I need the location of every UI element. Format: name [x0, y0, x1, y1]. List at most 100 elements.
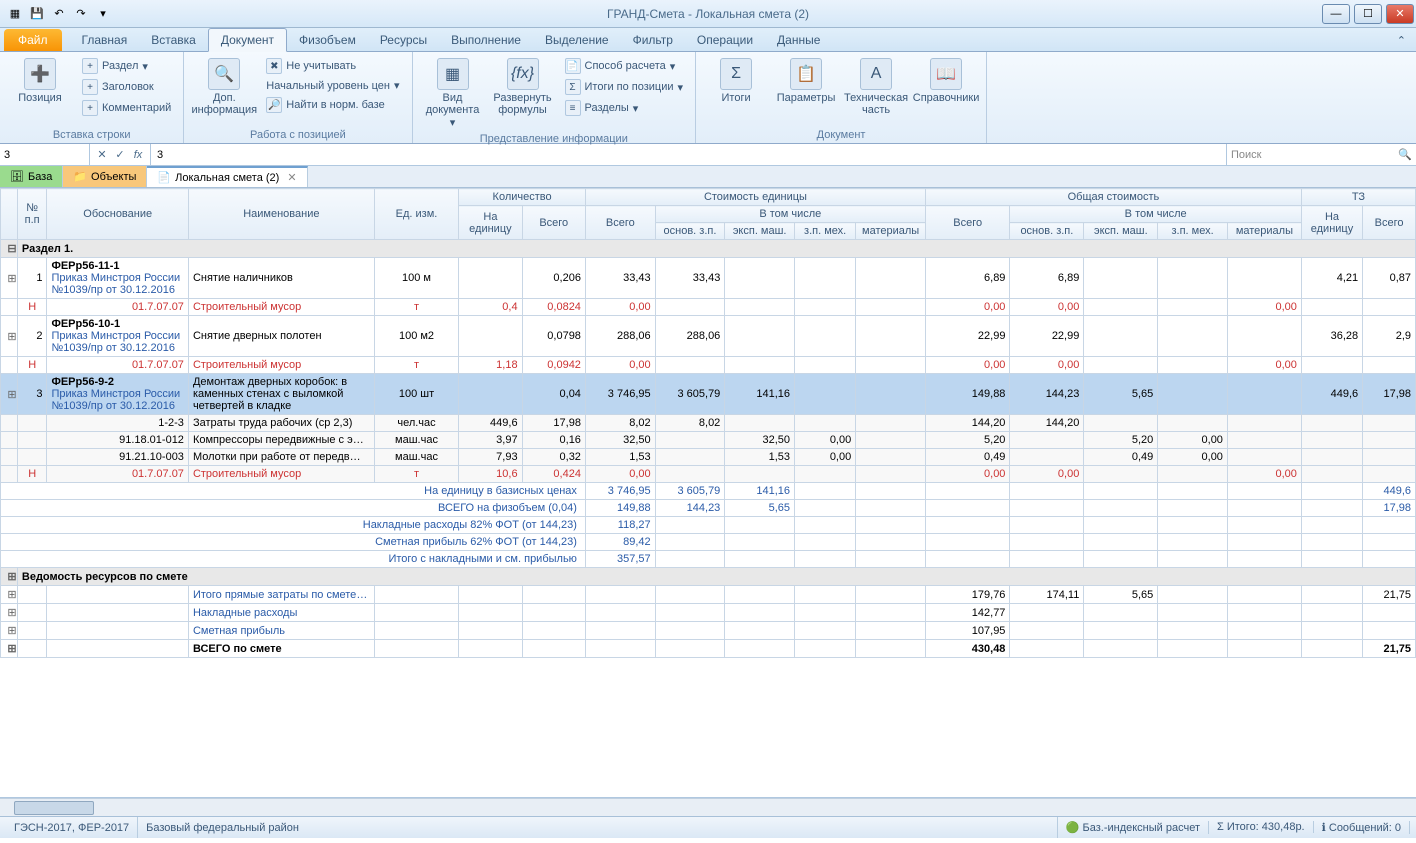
tab-filtr[interactable]: Фильтр	[621, 29, 685, 51]
col-naim[interactable]: Наименование	[188, 189, 374, 240]
section-row[interactable]: ⊟Раздел 1.	[1, 240, 1416, 258]
tab-baza[interactable]: 🗄База	[0, 166, 63, 187]
status-itogo[interactable]: Σ Итого: 430,48р.	[1209, 821, 1314, 833]
spravochniki-button[interactable]: 📖Справочники	[914, 56, 978, 106]
cancel-icon[interactable]: ✕	[94, 148, 110, 161]
tab-vstavka[interactable]: Вставка	[139, 29, 208, 51]
table-row[interactable]: Н 01.7.07.07 Строительный мусор т10,60,4…	[1, 466, 1416, 483]
itogi-button[interactable]: ΣИтоги	[704, 56, 768, 106]
table-row[interactable]: Н 01.7.07.07 Строительный мусор т0,40,08…	[1, 299, 1416, 316]
group-predstavlenie: ▦ Вид документа ▾ {fx} Развернуть формул…	[413, 52, 697, 143]
itogi-po-pozicii-button[interactable]: ΣИтоги по позиции ▾	[561, 77, 688, 97]
tab-dannye[interactable]: Данные	[765, 29, 832, 51]
cross-icon: ✖	[266, 58, 282, 74]
tab-fizobem[interactable]: Физобъем	[287, 29, 368, 51]
table-row[interactable]: 91.18.01-012 Компрессоры передвижные с э…	[1, 432, 1416, 449]
expand-icon[interactable]: ⊞	[5, 606, 17, 619]
tech-chast-button[interactable]: AТехническая часть	[844, 56, 908, 118]
qat-save-icon[interactable]: 💾	[28, 5, 46, 23]
tab-vydelenie[interactable]: Выделение	[533, 29, 621, 51]
summary-row[interactable]: Итого с накладными и см. прибылью 357,57	[1, 551, 1416, 568]
razdel-button[interactable]: +Раздел ▾	[78, 56, 175, 76]
expand-icon[interactable]: ⊞	[5, 588, 17, 601]
zagolovok-button[interactable]: +Заголовок	[78, 77, 175, 97]
dopinfo-button[interactable]: 🔍 Доп. информация	[192, 56, 256, 118]
vid-dokumenta-button[interactable]: ▦ Вид документа ▾	[421, 56, 485, 131]
group-dokument: ΣИтоги 📋Параметры AТехническая часть 📖Сп…	[696, 52, 987, 143]
estimate-grid[interactable]: № п.п Обоснование Наименование Ед. изм. …	[0, 188, 1416, 658]
col-stoimed[interactable]: Стоимость единицы	[585, 189, 925, 206]
grid-area[interactable]: № п.п Обоснование Наименование Ед. изм. …	[0, 188, 1416, 798]
col-edizm[interactable]: Ед. изм.	[374, 189, 458, 240]
parametry-button[interactable]: 📋Параметры	[774, 56, 838, 106]
tab-resursy[interactable]: Ресурсы	[368, 29, 439, 51]
close-button[interactable]: ✕	[1386, 4, 1414, 24]
table-row[interactable]: ⊞ Накладные расходы 142,77	[1, 604, 1416, 622]
tab-vypolnenie[interactable]: Выполнение	[439, 29, 533, 51]
maximize-button[interactable]: ☐	[1354, 4, 1382, 24]
expand-icon[interactable]: ⊞	[5, 624, 17, 637]
expand-icon[interactable]: ⊞	[5, 388, 17, 401]
cell-reference[interactable]: 3	[0, 144, 90, 165]
expand-icon[interactable]: ⊞	[5, 330, 17, 343]
accept-icon[interactable]: ✓	[112, 148, 128, 161]
nachalnyy-uroven-button[interactable]: Начальный уровень цен ▾	[262, 77, 403, 94]
table-row[interactable]: ⊞ Сметная прибыль 107,95	[1, 622, 1416, 640]
status-calc[interactable]: 🟢 Баз.-индексный расчет	[1058, 821, 1209, 834]
summary-row[interactable]: На единицу в базисных ценах 3 746,953 60…	[1, 483, 1416, 500]
status-messages[interactable]: ℹ Сообщений: 0	[1314, 821, 1410, 834]
table-row[interactable]: ⊞ Итого прямые затраты по смете в базисн…	[1, 586, 1416, 604]
col-tz[interactable]: ТЗ	[1301, 189, 1415, 206]
tab-obekty[interactable]: 📁Объекты	[63, 166, 147, 187]
file-tab[interactable]: Файл	[4, 29, 62, 51]
expand-icon[interactable]: ⊞	[5, 272, 17, 285]
tab-dokument[interactable]: Документ	[208, 28, 287, 52]
tab-glavnaya[interactable]: Главная	[70, 29, 140, 51]
tab-active-doc[interactable]: 📄Локальная смета (2)✕	[147, 166, 307, 187]
razdely-button[interactable]: ≡Разделы ▾	[561, 98, 688, 118]
vedomost-title-row[interactable]: ⊞Ведомость ресурсов по смете	[1, 568, 1416, 586]
fx-icon[interactable]: fx	[130, 149, 146, 161]
horizontal-scrollbar[interactable]	[0, 798, 1416, 816]
tab-operacii[interactable]: Операции	[685, 29, 765, 51]
expand-icon[interactable]: ⊞	[5, 570, 17, 583]
neuchityvat-button[interactable]: ✖Не учитывать	[262, 56, 403, 76]
expand-icon[interactable]: ⊞	[5, 642, 17, 655]
col-kolvo[interactable]: Количество	[459, 189, 586, 206]
table-row[interactable]: ⊞ 3 ФЕРр56-9-2Приказ Минстроя России №10…	[1, 374, 1416, 415]
qat-redo-icon[interactable]: ↷	[72, 5, 90, 23]
search-icon[interactable]: 🔍	[1398, 148, 1412, 161]
summary-row[interactable]: Сметная прибыль 62% ФОТ (от 144,23) 89,4…	[1, 534, 1416, 551]
table-row[interactable]: ⊞ ВСЕГО по смете 430,4821,75	[1, 640, 1416, 658]
plus-icon: ➕	[24, 58, 56, 90]
table-row[interactable]: ⊞ 2 ФЕРр56-10-1Приказ Минстроя России №1…	[1, 316, 1416, 357]
col-obosn[interactable]: Обоснование	[47, 189, 188, 240]
table-row[interactable]: Н 01.7.07.07 Строительный мусор т1,180,0…	[1, 357, 1416, 374]
kommentariy-button[interactable]: +Комментарий	[78, 98, 175, 118]
qat-undo-icon[interactable]: ↶	[50, 5, 68, 23]
minimize-button[interactable]: —	[1322, 4, 1350, 24]
poziciya-button[interactable]: ➕ Позиция	[8, 56, 72, 106]
col-obsh[interactable]: Общая стоимость	[925, 189, 1301, 206]
fx-icon: {fx}	[507, 58, 539, 90]
table-row[interactable]: ⊞ 1 ФЕРр56-11-1Приказ Минстроя России №1…	[1, 258, 1416, 299]
scroll-thumb[interactable]	[14, 801, 94, 815]
razvernut-formuly-button[interactable]: {fx} Развернуть формулы	[491, 56, 555, 118]
help-icon[interactable]: ⌃	[1387, 30, 1416, 51]
formula-input[interactable]: 3	[151, 149, 1226, 161]
collapse-icon[interactable]: ⊟	[5, 242, 17, 255]
col-npp[interactable]: № п.п	[17, 189, 47, 240]
table-row[interactable]: 1-2-3 Затраты труда рабочих (ср 2,3) чел…	[1, 415, 1416, 432]
table-row[interactable]: 91.21.10-003 Молотки при работе от перед…	[1, 449, 1416, 466]
qat-dropdown-icon[interactable]: ▾	[94, 5, 112, 23]
naiti-button[interactable]: 🔎Найти в норм. базе	[262, 95, 403, 115]
summary-row[interactable]: ВСЕГО на физобъем (0,04) 149,88144,235,6…	[1, 500, 1416, 517]
summary-row[interactable]: Накладные расходы 82% ФОТ (от 144,23) 11…	[1, 517, 1416, 534]
doc-icon: 📄	[565, 58, 581, 74]
group-vstavka-stroki: ➕ Позиция +Раздел ▾ +Заголовок +Коммента…	[0, 52, 184, 143]
search-box[interactable]: Поиск 🔍	[1226, 144, 1416, 165]
folder-icon: 📁	[73, 170, 87, 183]
close-tab-icon[interactable]: ✕	[287, 171, 296, 184]
qat-grid-icon[interactable]: ▦	[6, 5, 24, 23]
sposob-rascheta-button[interactable]: 📄Способ расчета ▾	[561, 56, 688, 76]
